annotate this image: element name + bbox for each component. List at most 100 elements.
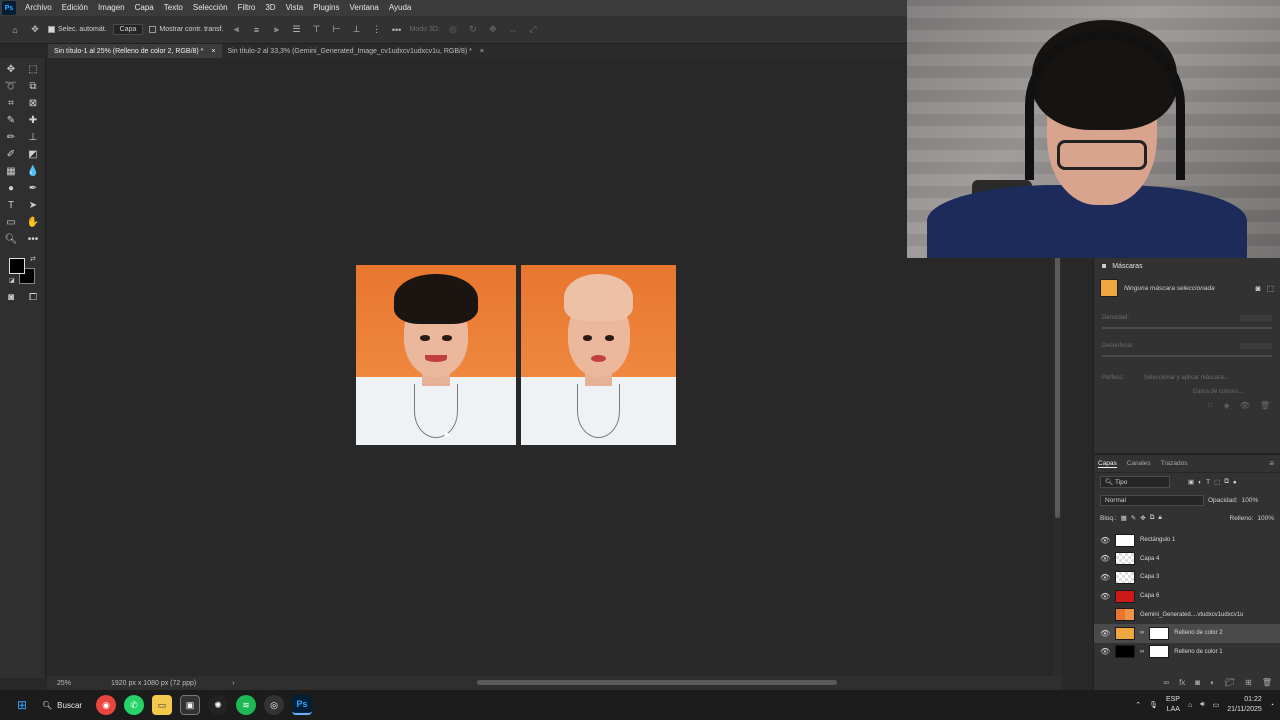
chevron-up-icon[interactable]: ⌃ [1135,701,1141,709]
marquee-tool-icon[interactable]: ⬚ [25,62,41,76]
layer-row-relleno-de-color-1[interactable]: 👁︎ ∞ Relleno de color 1 [1094,643,1280,662]
align-middle-icon[interactable]: ⊢ [330,23,344,37]
whatsapp-icon[interactable]: ✆ [124,695,145,715]
windows-start-icon[interactable]: ⊞ [12,695,32,715]
filter-smart-object-icon[interactable]: ⧉ [1224,478,1229,486]
more-options-icon[interactable]: ••• [390,23,404,37]
add-pixel-mask-icon[interactable]: ◙ [1256,284,1261,293]
rectangle-tool-icon[interactable]: ▭ [3,215,19,229]
frame-tool-icon[interactable]: ⊠ [25,96,41,110]
visibility-eye-icon[interactable]: 👁︎ [1100,629,1110,638]
layer-row-capa-6[interactable]: 👁︎ Capa 6 [1094,587,1280,606]
photo-right[interactable] [521,265,676,445]
load-selection-icon[interactable]: ⁙ [1207,401,1214,410]
menu-plugins[interactable]: Plugins [308,0,344,16]
layer-mask-thumbnail[interactable] [1149,626,1170,640]
visibility-eye-icon[interactable]: 👁︎ [1100,554,1110,563]
swap-colors-icon[interactable]: ⇄ [30,255,36,263]
feather-slider[interactable] [1102,355,1272,357]
network-icon[interactable]: ⌂ [1188,702,1192,709]
tab-trazados[interactable]: Trazados [1161,460,1188,467]
toggle-mask-icon[interactable]: 👁︎ [1240,401,1250,410]
eraser-tool-icon[interactable]: ◩ [25,147,41,161]
filter-shape-icon[interactable]: ⬚ [1214,478,1220,486]
menu-capa[interactable]: Capa [130,0,159,16]
align-center-icon[interactable]: ≡ [250,23,264,37]
type-tool-icon[interactable]: T [3,198,19,212]
notifications-icon[interactable]: ◔ [1270,702,1274,709]
foreground-color-swatch[interactable] [9,258,25,274]
opacity-value[interactable]: 100% [1242,497,1259,504]
chrome-icon[interactable]: ◉ [96,695,117,715]
lock-pixels-icon[interactable]: ✎ [1131,514,1136,522]
menu-vista[interactable]: Vista [281,0,309,16]
menu-ventana[interactable]: Ventana [344,0,383,16]
menu-3d[interactable]: 3D [260,0,280,16]
link-layers-icon[interactable]: ∞ [1163,678,1169,687]
menu-seleccion[interactable]: Selección [188,0,233,16]
menu-ayuda[interactable]: Ayuda [384,0,417,16]
horizontal-scrollbar-thumb[interactable] [477,680,837,685]
scale-3d-icon[interactable]: ⤢ [526,23,540,37]
slide-3d-icon[interactable]: ⇔ [506,23,520,37]
capture-app-icon[interactable]: ▣ [180,695,201,715]
battery-icon[interactable]: ▭ [1213,701,1220,709]
lasso-tool-icon[interactable]: ➰ [3,79,19,93]
delete-mask-icon[interactable]: 🗑︎ [1260,401,1270,410]
language-indicator[interactable]: ESP LAA [1166,695,1180,715]
lock-all-icon[interactable]: 🔒︎ [1158,514,1161,522]
history-brush-icon[interactable]: ✐ [3,147,19,161]
blur-tool-icon[interactable]: 💧 [25,164,41,178]
pan-3d-icon[interactable]: ✥ [486,23,500,37]
layer-row-capa-4[interactable]: 👁︎ Capa 4 [1094,550,1280,569]
visibility-eye-icon[interactable]: 👁︎ [1100,647,1110,656]
tab-capas[interactable]: Capas [1098,460,1117,468]
filter-pixel-icon[interactable]: ▣ [1188,478,1194,486]
layer-row-capa-3[interactable]: 👁︎ Capa 3 [1094,568,1280,587]
path-select-icon[interactable]: ➤ [25,198,41,212]
fill-value[interactable]: 100% [1257,515,1274,522]
gradient-tool-icon[interactable]: ▦ [3,164,19,178]
lock-position-icon[interactable]: ✥ [1140,514,1145,522]
layer-filter-dropdown[interactable]: 🔍︎ Tipo [1100,476,1170,488]
tab-document-2[interactable]: Sin título-2 al 33,3% (Gemini_Generated_… [222,44,490,58]
filter-type-icon[interactable]: T [1206,479,1210,486]
zoom-tool-icon[interactable]: 🔍︎ [3,232,19,246]
crop-tool-icon[interactable]: ⌗ [3,96,19,110]
tab-canales[interactable]: Canales [1127,460,1151,467]
canvas-area[interactable]: ➤ [47,58,1053,676]
clock[interactable]: 01:22 21/11/2025 [1227,695,1262,715]
eyedropper-icon[interactable]: ✎ [3,113,19,127]
density-slider[interactable] [1102,327,1272,329]
home-icon[interactable]: ⌂ [8,23,22,37]
align-right-icon[interactable]: ⫸ [270,23,284,37]
menu-edicion[interactable]: Edición [57,0,93,16]
blend-mode-dropdown[interactable]: Normal [1100,494,1204,506]
object-select-icon[interactable]: ⧉ [25,79,41,93]
menu-archivo[interactable]: Archivo [20,0,57,16]
align-bottom-icon[interactable]: ⊥ [350,23,364,37]
photo-left[interactable] [356,265,516,445]
move-tool-icon[interactable]: ✥ [28,23,42,37]
visibility-eye-icon[interactable]: 👁︎ [1100,536,1110,545]
show-transform-checkbox[interactable]: Mostrar contr. transf. [149,26,224,33]
fx-icon[interactable]: fx [1179,678,1185,687]
orbit-3d-icon[interactable]: ◎ [446,23,460,37]
distribute-vertical-icon[interactable]: ⋮ [370,23,384,37]
dodge-tool-icon[interactable]: ● [3,181,19,195]
menu-texto[interactable]: Texto [159,0,188,16]
filter-toggle-icon[interactable]: ● [1233,479,1237,486]
more-tools-icon[interactable]: ••• [25,232,41,246]
pen-tool-icon[interactable]: ✒ [25,181,41,195]
roll-3d-icon[interactable]: ↻ [466,23,480,37]
distribute-icon[interactable]: ☰ [290,23,304,37]
apply-mask-icon[interactable]: ◈ [1224,401,1230,410]
tab-document-1[interactable]: Sin título-1 al 25% (Relleno de color 2,… [48,44,222,58]
adjustment-layer-icon[interactable]: ◐ [1210,678,1215,687]
new-layer-icon[interactable]: ⊞ [1245,678,1252,687]
healing-brush-icon[interactable]: ✚ [25,113,41,127]
obs-icon[interactable]: ◎ [264,695,285,715]
file-explorer-icon[interactable]: ▭ [152,695,173,715]
align-left-icon[interactable]: ⫷ [230,23,244,37]
menu-filtro[interactable]: Filtro [233,0,261,16]
